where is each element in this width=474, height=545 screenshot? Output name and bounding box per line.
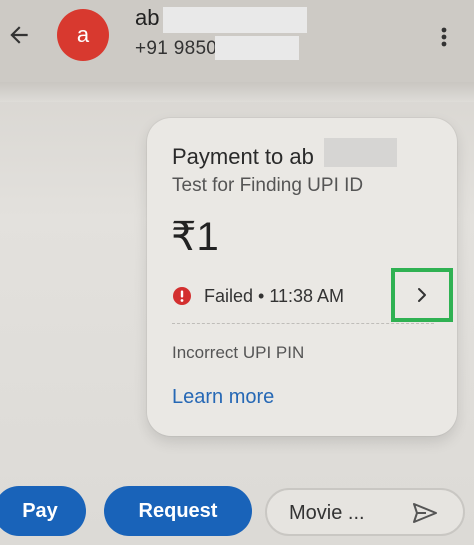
request-button-label: Request — [138, 499, 218, 522]
payment-card[interactable]: Payment to ab Test for Finding UPI ID ₹1… — [147, 118, 457, 436]
redacted-name-box — [163, 7, 307, 33]
avatar[interactable]: a — [57, 9, 109, 61]
chevron-right-icon — [418, 288, 426, 302]
error-icon — [173, 287, 191, 305]
learn-more-link[interactable]: Learn more — [172, 386, 274, 409]
payment-details-button[interactable] — [391, 268, 453, 322]
back-button[interactable] — [2, 18, 36, 52]
pay-button[interactable]: Pay — [0, 486, 86, 536]
message-input[interactable]: Movie ... — [265, 488, 465, 536]
payment-note: Test for Finding UPI ID — [172, 175, 364, 196]
more-vert-icon — [441, 27, 447, 47]
failure-reason: Incorrect UPI PIN — [172, 343, 305, 362]
pay-button-label: Pay — [22, 499, 58, 522]
avatar-initial: a — [76, 22, 90, 47]
payment-title: Payment to ab — [172, 144, 314, 169]
redacted-recipient-box — [324, 138, 397, 167]
header-shadow — [0, 82, 474, 102]
redacted-phone-box — [215, 36, 299, 60]
chat-screen: a ab +91 9850 Payment to ab Test for Fin… — [0, 0, 474, 545]
message-input-text: Movie ... — [289, 502, 365, 524]
payment-status-row: Failed • 11:38 AM — [172, 285, 344, 307]
divider — [172, 323, 434, 324]
contact-phone: +91 9850 — [135, 38, 218, 59]
payment-status: Failed • 11:38 AM — [204, 285, 345, 306]
app-header: a ab +91 9850 — [0, 0, 474, 82]
payment-amount: ₹1 — [171, 215, 219, 259]
contact-name[interactable]: ab — [135, 5, 159, 31]
request-button[interactable]: Request — [104, 486, 252, 536]
more-options-button[interactable] — [432, 20, 456, 54]
arrow-left-icon — [10, 26, 28, 44]
send-icon[interactable] — [411, 501, 439, 525]
